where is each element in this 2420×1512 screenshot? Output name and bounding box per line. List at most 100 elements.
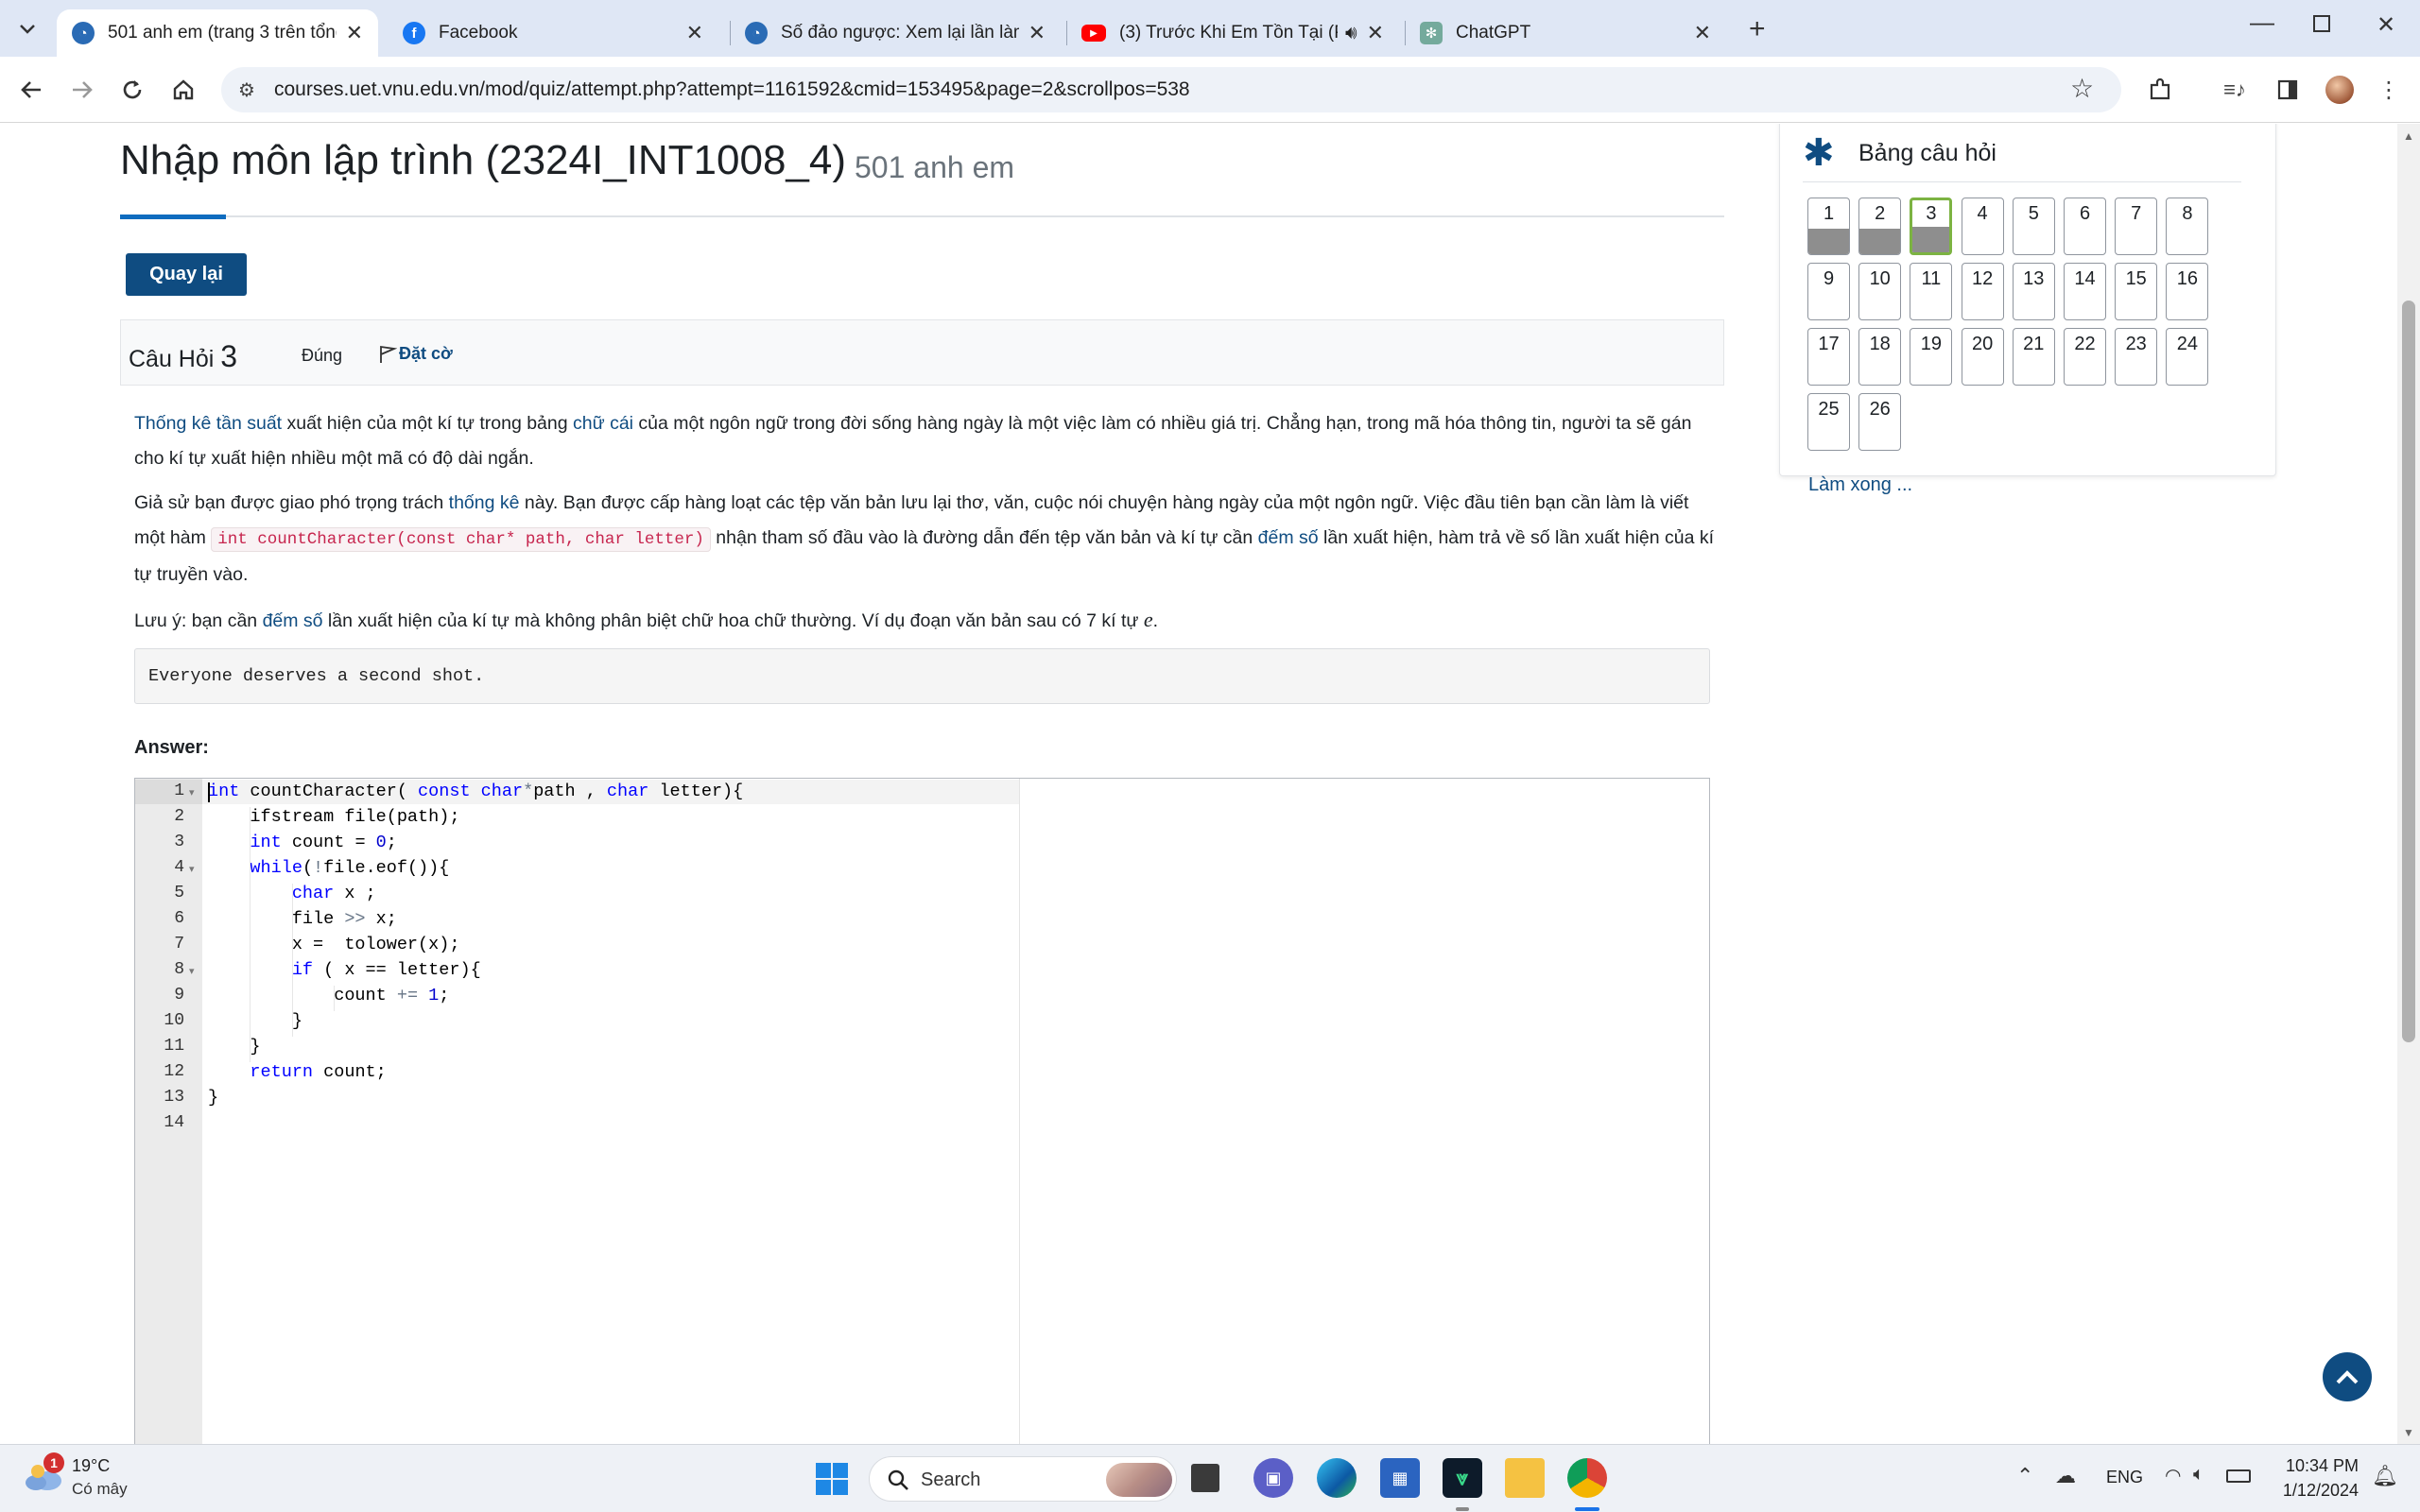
question-button-17[interactable]: 17 (1807, 328, 1850, 386)
volume-icon[interactable]: 🔈︎ (2193, 1464, 2204, 1486)
question-button-5[interactable]: 5 (2012, 198, 2055, 255)
question-button-21[interactable]: 21 (2012, 328, 2055, 386)
bookmark-star-icon[interactable]: ☆ (2070, 73, 2094, 104)
teams-chat-icon[interactable]: ▣ (1253, 1458, 1293, 1498)
fold-toggle-icon[interactable]: ▾ (189, 863, 195, 875)
flag-question-link[interactable]: Đặt cờ (399, 344, 453, 364)
tab-facebook[interactable]: f Facebook ✕ (388, 9, 718, 57)
tab-youtube[interactable]: ▶ (3) Trước Khi Em Tồn Tại (Pi 🔊︎ ✕ (1066, 9, 1399, 57)
code-line[interactable]: x = tolower(x); (208, 935, 460, 954)
windows-start-icon[interactable] (815, 1462, 849, 1496)
tab-quiz[interactable]: ◔ 501 anh em (trang 3 trên tổng s ✕ (57, 9, 378, 57)
clock-time[interactable]: 10:34 PM (2273, 1456, 2359, 1476)
glossary-link[interactable]: thống kê (449, 492, 520, 513)
code-line[interactable]: ifstream file(path); (208, 807, 459, 827)
glossary-link[interactable]: đếm số (1258, 527, 1319, 548)
back-button[interactable]: Quay lại (126, 253, 247, 296)
question-button-25[interactable]: 25 (1807, 393, 1850, 451)
question-button-3[interactable]: 3 (1910, 198, 1953, 255)
scroll-up-arrow-icon[interactable]: ▲ (2403, 129, 2414, 143)
file-explorer-icon[interactable] (1505, 1458, 1545, 1498)
scroll-down-arrow-icon[interactable]: ▼ (2403, 1426, 2414, 1439)
question-button-14[interactable]: 14 (2064, 263, 2106, 320)
address-bar[interactable]: ⚙ courses.uet.vnu.edu.vn/mod/quiz/attemp… (221, 67, 2121, 112)
weather-temperature[interactable]: 19°C (72, 1456, 110, 1476)
code-line[interactable]: int count = 0; (208, 833, 396, 852)
tray-overflow-chevron-icon[interactable]: ⌃ (2016, 1464, 2033, 1488)
clock-date[interactable]: 1/12/2024 (2264, 1481, 2359, 1501)
close-tab-icon[interactable]: ✕ (1694, 21, 1711, 45)
profile-avatar[interactable] (2322, 72, 2358, 108)
cloud-sync-icon[interactable]: ☁ (2055, 1464, 2076, 1488)
question-button-16[interactable]: 16 (2166, 263, 2209, 320)
reload-icon[interactable] (114, 72, 150, 108)
question-button-19[interactable]: 19 (1910, 328, 1953, 386)
code-editor[interactable]: int countCharacter( const char*path , ch… (134, 778, 1710, 1444)
question-button-12[interactable]: 12 (1961, 263, 2004, 320)
tab-search-button[interactable] (13, 15, 42, 43)
scrollbar-thumb[interactable] (2402, 301, 2415, 1042)
notification-bell-icon[interactable]: 🔔︎ (2372, 1464, 2398, 1488)
code-line[interactable]: return count; (208, 1062, 386, 1082)
question-button-24[interactable]: 24 (2166, 328, 2209, 386)
glossary-link[interactable]: chữ cái (573, 413, 633, 434)
question-button-13[interactable]: 13 (2012, 263, 2055, 320)
code-line[interactable]: if ( x == letter){ (208, 960, 481, 980)
task-view-icon[interactable] (1191, 1464, 1219, 1492)
glossary-link[interactable]: đếm số (263, 610, 323, 631)
code-line[interactable]: file >> x; (208, 909, 397, 929)
back-arrow-icon[interactable] (13, 72, 49, 108)
question-button-26[interactable]: 26 (1858, 393, 1902, 451)
flag-icon[interactable] (378, 343, 397, 364)
question-button-20[interactable]: 20 (1961, 328, 2004, 386)
close-tab-icon[interactable]: ✕ (346, 21, 363, 45)
restore-window-button[interactable] (2313, 15, 2330, 32)
question-button-9[interactable]: 9 (1807, 263, 1850, 320)
question-button-6[interactable]: 6 (2064, 198, 2106, 255)
code-line[interactable]: int countCharacter( const char*path , ch… (208, 782, 743, 801)
chrome-icon[interactable] (1567, 1458, 1607, 1498)
new-tab-button[interactable]: + (1749, 13, 1766, 45)
site-info-icon[interactable]: ⚙ (238, 78, 255, 102)
side-panel-icon[interactable] (2270, 72, 2306, 108)
minimize-window-button[interactable]: — (2250, 8, 2274, 37)
media-control-icon[interactable]: ≡♪ (2217, 72, 2253, 108)
question-button-4[interactable]: 4 (1961, 198, 2004, 255)
fold-toggle-icon[interactable]: ▾ (189, 965, 195, 977)
question-button-11[interactable]: 11 (1910, 263, 1953, 320)
home-icon[interactable] (165, 72, 201, 108)
code-line[interactable]: while(!file.eof()){ (208, 858, 449, 878)
question-button-23[interactable]: 23 (2115, 328, 2158, 386)
back-to-top-button[interactable] (2323, 1352, 2372, 1401)
forward-arrow-icon[interactable] (64, 72, 100, 108)
close-tab-icon[interactable]: ✕ (1367, 21, 1384, 45)
speaker-icon[interactable]: 🔊︎ (1345, 23, 1357, 44)
question-button-10[interactable]: 10 (1858, 263, 1902, 320)
battery-icon[interactable] (2226, 1469, 2251, 1483)
question-button-7[interactable]: 7 (2115, 198, 2158, 255)
question-button-8[interactable]: 8 (2166, 198, 2209, 255)
question-button-22[interactable]: 22 (2064, 328, 2106, 386)
code-line[interactable]: } (208, 1037, 260, 1057)
code-line[interactable]: } (208, 1088, 218, 1108)
more-menu-icon[interactable]: ⋮ (2371, 72, 2407, 108)
wifi-icon[interactable]: ◠ (2165, 1464, 2181, 1487)
page-scrollbar[interactable]: ▲ ▼ (2397, 124, 2420, 1444)
question-button-15[interactable]: 15 (2115, 263, 2158, 320)
question-button-1[interactable]: 1 (1807, 198, 1850, 255)
close-tab-icon[interactable]: ✕ (1028, 21, 1046, 45)
question-button-18[interactable]: 18 (1858, 328, 1902, 386)
fold-toggle-icon[interactable]: ▾ (189, 786, 195, 799)
game-app-icon[interactable]: ⩔ (1443, 1458, 1482, 1498)
question-button-2[interactable]: 2 (1858, 198, 1902, 255)
close-window-button[interactable]: ✕ (2377, 11, 2395, 39)
code-line[interactable]: } (208, 1011, 302, 1031)
glossary-link[interactable]: Thống kê tần suất (134, 413, 282, 434)
taskbar-search[interactable]: Search (869, 1456, 1177, 1502)
code-line[interactable]: count += 1; (208, 986, 449, 1005)
finish-attempt-link[interactable]: Làm xong ... (1808, 474, 1912, 496)
input-language[interactable]: ENG (2106, 1468, 2143, 1487)
weather-condition[interactable]: Có mây (72, 1480, 128, 1499)
edge-browser-icon[interactable] (1317, 1458, 1357, 1498)
extensions-icon[interactable] (2142, 72, 2178, 108)
